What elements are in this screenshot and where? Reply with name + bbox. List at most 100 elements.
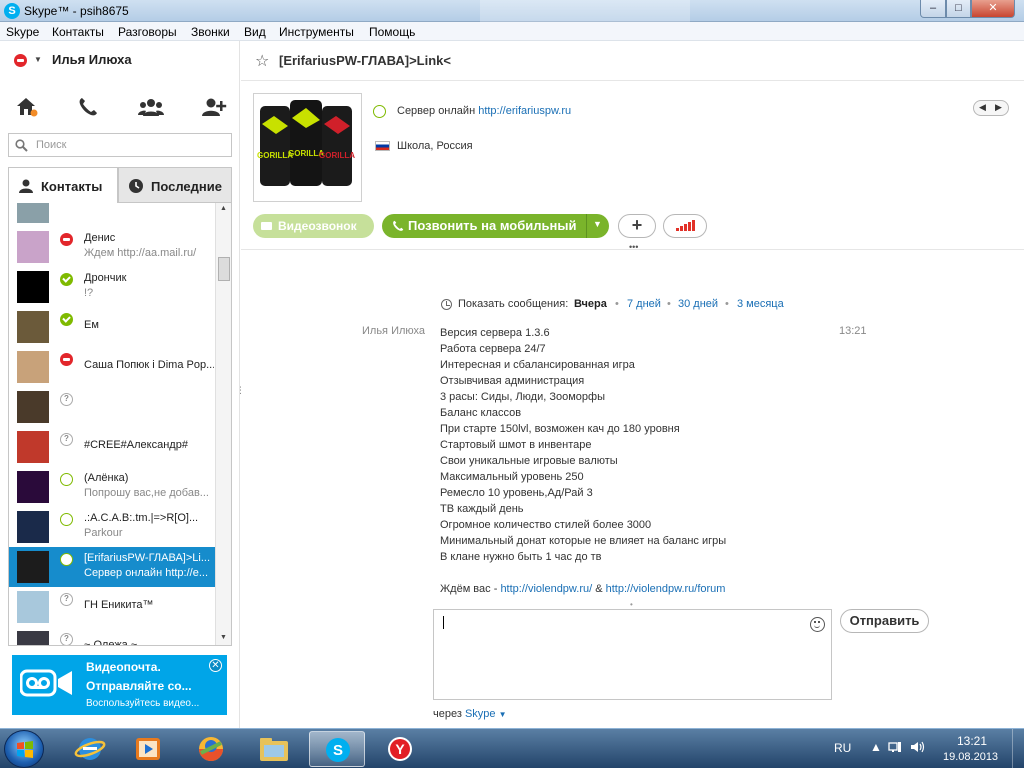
clock-date[interactable]: 19.08.2013 <box>943 751 998 763</box>
video-message-icon <box>20 669 72 697</box>
menu-skype[interactable]: Skype <box>6 25 39 39</box>
add-contact-icon[interactable] <box>201 95 227 119</box>
message-line: Отзывчивая администрация <box>440 375 585 387</box>
contact-name: Дрончик <box>84 272 127 284</box>
via-service-dropdown[interactable]: Skype <box>465 708 496 720</box>
menu-contacts[interactable]: Контакты <box>52 25 104 39</box>
message-footer: Ждём вас - http://violendpw.ru/ & http:/… <box>440 581 860 597</box>
yandex-icon[interactable]: Y <box>372 731 428 767</box>
contact-name: ~ Олежа ~ <box>84 639 138 646</box>
history-current[interactable]: Вчера <box>574 298 607 310</box>
pager-prev-icon[interactable]: ◀ <box>979 102 986 113</box>
promo-text: Воспользуйтесь видео... <box>86 698 200 709</box>
tab-recent[interactable]: Последние <box>118 167 232 203</box>
history-separator: • <box>725 298 729 310</box>
scrollbar-thumb[interactable] <box>218 257 230 281</box>
minimize-button[interactable]: – <box>920 0 946 18</box>
scroll-up-arrow-icon[interactable]: ▲ <box>220 205 227 212</box>
call-quality-button[interactable] <box>663 214 707 238</box>
keyboard-language[interactable]: RU <box>834 741 851 755</box>
history-30-days[interactable]: 30 дней <box>678 298 718 310</box>
chevron-down-icon[interactable]: ▼ <box>34 55 42 64</box>
message-input[interactable] <box>433 609 832 700</box>
media-player-icon[interactable] <box>120 731 176 767</box>
info-pager[interactable]: ◀ ▶ <box>973 100 1009 116</box>
contact-list-item[interactable]: ? ГН Еникита™ <box>9 587 215 627</box>
menu-view[interactable]: Вид <box>244 25 266 39</box>
contact-list-item[interactable]: ? ~ Олежа ~ <box>9 627 215 646</box>
video-camera-icon <box>261 222 272 230</box>
footer-ampersand: & <box>592 583 606 595</box>
via-chevron-down-icon[interactable]: ▼ <box>499 710 507 719</box>
home-icon[interactable] <box>14 95 40 119</box>
tab-recent-label: Последние <box>151 179 222 194</box>
menu-conversations[interactable]: Разговоры <box>118 25 177 39</box>
history-7-days[interactable]: 7 дней <box>627 298 661 310</box>
profile-name[interactable]: Илья Илюха <box>52 52 132 67</box>
skype-app-icon: S <box>4 3 20 19</box>
contact-list-item[interactable]: Ем <box>9 307 215 347</box>
mood-link[interactable]: http://erifariuspw.ru <box>478 105 571 117</box>
network-icon[interactable] <box>888 740 902 757</box>
close-button[interactable]: ✕ <box>971 0 1015 18</box>
pager-next-icon[interactable]: ▶ <box>995 102 1002 113</box>
emoticon-icon[interactable] <box>810 617 825 632</box>
contact-list-item[interactable]: .:A.C.A.B:.tm.|=>R[O]... Parkour <box>9 507 215 547</box>
contact-list-item[interactable]: Дрончик!? <box>9 267 215 307</box>
do-not-disturb-status-icon[interactable] <box>14 54 27 67</box>
contact-name: [ErifariusPW-ГЛАВА]>Li... <box>84 552 210 564</box>
svg-text:GORILLA: GORILLA <box>319 151 355 160</box>
dnd-status-icon <box>60 233 73 246</box>
send-button[interactable]: Отправить <box>840 609 929 633</box>
contact-list-item[interactable]: :3 <box>9 203 215 227</box>
person-icon <box>19 179 33 193</box>
search-input[interactable]: Поиск <box>8 133 232 157</box>
contact-list-item[interactable]: ? #CREE#Александр# <box>9 427 215 467</box>
history-label: Показать сообщения: <box>458 298 569 310</box>
menu-help[interactable]: Помощь <box>369 25 415 39</box>
conversation-title[interactable]: [ErifariusPW-ГЛАВА]>Link< <box>279 53 451 68</box>
call-mobile-button[interactable]: Позвонить на мобильный ▼ <box>382 214 609 238</box>
add-button[interactable]: + <box>618 214 656 238</box>
contact-list-item[interactable]: [ErifariusPW-ГЛАВА]>Li... Сервер онлайн h… <box>9 547 215 587</box>
start-button[interactable] <box>4 730 44 768</box>
phone-icon <box>393 220 404 231</box>
footer-text: Ждём вас - <box>440 583 501 595</box>
firefox-icon[interactable] <box>183 731 239 767</box>
explorer-icon[interactable] <box>246 731 302 767</box>
show-desktop-button[interactable] <box>1012 729 1024 768</box>
footer-link-site[interactable]: http://violendpw.ru/ <box>500 583 592 595</box>
scroll-down-arrow-icon[interactable]: ▼ <box>220 634 227 641</box>
volume-icon[interactable] <box>910 740 926 757</box>
contact-avatar[interactable]: GORILLA GORILLA GORILLA <box>253 93 362 202</box>
promo-close-icon[interactable]: ✕ <box>209 659 222 672</box>
favorite-star-icon[interactable]: ☆ <box>255 51 269 71</box>
call-options-chevron-icon[interactable]: ▼ <box>593 219 602 229</box>
skype-icon[interactable]: S <box>309 731 365 767</box>
internet-explorer-icon[interactable] <box>62 731 118 767</box>
history-3-months[interactable]: 3 месяца <box>737 298 784 310</box>
video-message-promo[interactable]: Видеопочта. Отправляйте со... Воспользуй… <box>12 655 227 715</box>
contacts-group-icon[interactable] <box>138 95 164 119</box>
tray-up-arrow-icon[interactable]: ▲ <box>870 740 882 754</box>
info-collapse-handle[interactable]: ••• <box>629 242 638 252</box>
contact-list-scrollbar[interactable]: ▲ ▼ <box>215 203 231 645</box>
unknown-status-icon: ? <box>60 633 73 645</box>
windows-logo-icon <box>17 741 33 758</box>
message-author[interactable]: Илья Илюха <box>362 325 425 337</box>
contact-list-item[interactable]: (Алёнка) Попрошу вас,не добав... <box>9 467 215 507</box>
contact-list-item[interactable]: ? <box>9 387 215 427</box>
menu-calls[interactable]: Звонки <box>191 25 230 39</box>
video-call-button[interactable]: Видеозвонок <box>253 214 374 238</box>
message-body: Версия сервера 1.3.6 Работа сервера 24/7 И… <box>440 325 860 597</box>
footer-link-forum[interactable]: http://violendpw.ru/forum <box>606 583 726 595</box>
contact-list-item[interactable]: Саша Попюк і Dima Pop... <box>9 347 215 387</box>
tab-contacts[interactable]: Контакты <box>8 167 118 203</box>
contact-list-item[interactable]: Денис Ждем http://aa.mail.ru/ <box>9 227 215 267</box>
phone-icon[interactable] <box>76 95 102 119</box>
maximize-button[interactable]: □ <box>946 0 971 18</box>
menu-tools[interactable]: Инструменты <box>279 25 354 39</box>
contact-mood: !? <box>84 287 94 299</box>
composer-resize-handle[interactable]: • <box>630 600 633 609</box>
clock-time[interactable]: 13:21 <box>957 734 987 748</box>
